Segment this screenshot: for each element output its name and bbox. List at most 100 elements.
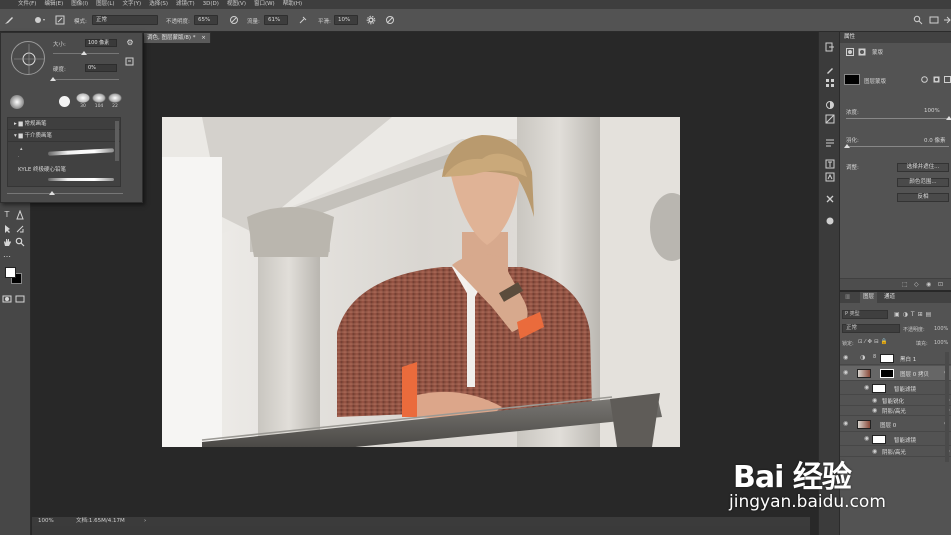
- filter-item-row[interactable]: ◉ 阴影/高光 ≈: [840, 406, 951, 416]
- screen-mode-icon[interactable]: [15, 294, 25, 304]
- search-icon[interactable]: [913, 15, 923, 25]
- visibility-eye-icon[interactable]: ◉: [843, 420, 848, 427]
- menu-help[interactable]: 帮助(H): [279, 0, 306, 9]
- custom-shape-icon[interactable]: [15, 224, 25, 234]
- brush-angle-preview[interactable]: [11, 41, 45, 75]
- layer-name[interactable]: 智能滤镜: [894, 436, 916, 444]
- panel-grip-icon[interactable]: ▥: [845, 292, 850, 303]
- layer-row[interactable]: ◉ ◑ 8 黑白 1: [840, 352, 951, 365]
- menu-view[interactable]: 视图(V): [223, 0, 250, 9]
- foreground-color-swatch[interactable]: [5, 267, 16, 278]
- adjustments-icon[interactable]: [825, 100, 835, 110]
- more-tools-icon[interactable]: …: [2, 250, 12, 260]
- visibility-eye-icon[interactable]: ◉: [872, 397, 877, 404]
- tab-properties[interactable]: 属性: [844, 32, 855, 43]
- pen-tool-icon[interactable]: [15, 209, 25, 220]
- status-menu-arrow-icon[interactable]: ›: [144, 517, 146, 526]
- airbrush-icon[interactable]: [298, 15, 308, 25]
- flow-field[interactable]: 61%: [264, 15, 288, 25]
- gear-icon[interactable]: [366, 15, 376, 25]
- menu-select[interactable]: 选择(S): [145, 0, 172, 9]
- brush-preset-3[interactable]: [108, 93, 122, 103]
- brush-preset-1[interactable]: [76, 93, 90, 103]
- layer-thumbnail[interactable]: [857, 420, 871, 429]
- paragraph-icon[interactable]: [825, 138, 835, 148]
- menu-layer[interactable]: 图层(L): [92, 0, 118, 9]
- zoom-tool-icon[interactable]: [15, 237, 25, 247]
- filter-name[interactable]: 智能锐化: [882, 397, 904, 405]
- apply-mask-icon[interactable]: ◇: [914, 281, 919, 288]
- history-icon[interactable]: [825, 42, 835, 52]
- density-value[interactable]: 100%: [924, 108, 940, 114]
- 3d-icon[interactable]: [825, 216, 835, 226]
- workspace-icon[interactable]: [929, 15, 939, 25]
- smoothing-field[interactable]: 10%: [334, 15, 358, 25]
- smart-filter-row[interactable]: ◉ 智能滤镜: [840, 382, 951, 395]
- layer-name[interactable]: 黑白 1: [900, 355, 916, 363]
- menu-3d[interactable]: 3D(D): [199, 0, 223, 9]
- gear-icon[interactable]: ⚙: [125, 38, 135, 48]
- disable-mask-icon[interactable]: ◉: [926, 281, 931, 288]
- vector-mask-icon[interactable]: [858, 48, 866, 56]
- folder-general-brushes[interactable]: ▸ ▆ 常规画笔: [8, 118, 120, 130]
- tools-settings-icon[interactable]: [825, 194, 835, 204]
- hard-brush-preset[interactable]: [59, 96, 70, 107]
- layer-mask-thumbnail[interactable]: [880, 354, 894, 363]
- path-select-icon[interactable]: [2, 224, 12, 234]
- feather-slider[interactable]: [846, 146, 949, 147]
- color-range-button[interactable]: 颜色范围...: [897, 178, 949, 187]
- menu-edit[interactable]: 编辑(E): [40, 0, 67, 9]
- invert-button[interactable]: 反相: [897, 193, 949, 202]
- quick-mask-icon[interactable]: [2, 294, 12, 304]
- filter-mask-thumbnail[interactable]: [872, 384, 886, 393]
- filter-mask-thumbnail[interactable]: [872, 435, 886, 444]
- brush-preset-picker[interactable]: [33, 15, 47, 25]
- preset-list-scrollbar[interactable]: [115, 121, 119, 161]
- share-icon[interactable]: [942, 15, 951, 25]
- menu-type[interactable]: 文字(Y): [119, 0, 146, 9]
- brush-tool-icon[interactable]: [4, 15, 14, 25]
- select-pixel-mask-icon[interactable]: [921, 76, 928, 83]
- close-tab-icon[interactable]: ×: [201, 35, 206, 41]
- pixel-mask-icon[interactable]: [846, 48, 854, 56]
- select-and-mask-button[interactable]: 选择并遮住...: [897, 163, 949, 172]
- hardness-field[interactable]: 0%: [85, 64, 117, 72]
- pressure-size-icon[interactable]: [385, 15, 395, 25]
- type-tool-icon[interactable]: T: [2, 210, 12, 220]
- visibility-eye-icon[interactable]: ◉: [843, 354, 848, 361]
- blend-mode-select[interactable]: 正常: [842, 324, 900, 333]
- chain-link-icon[interactable]: 8: [873, 354, 876, 360]
- layer-name[interactable]: 图层 0 拷贝: [900, 370, 929, 378]
- size-field[interactable]: 100 像素: [85, 39, 117, 47]
- filter-icons[interactable]: ▣◑T⊞▤: [894, 311, 950, 318]
- filter-name[interactable]: 阴影/高光: [882, 407, 906, 415]
- tab-layers[interactable]: 图层: [860, 292, 878, 303]
- brush-settings-panel-icon[interactable]: [55, 15, 65, 25]
- smart-filter-row[interactable]: ◉ 智能滤镜: [840, 433, 951, 446]
- brush-preset-2[interactable]: [92, 93, 106, 103]
- mask-options-icon[interactable]: [944, 76, 951, 83]
- layer-name[interactable]: 智能滤镜: [894, 385, 916, 393]
- filter-item-row[interactable]: ◉ 智能锐化 ≈: [840, 396, 951, 406]
- fill-value[interactable]: 100%: [934, 340, 948, 346]
- tab-channels[interactable]: 通道: [884, 292, 895, 303]
- layer-opacity-value[interactable]: 100%: [934, 326, 948, 332]
- folder-dry-media-brushes[interactable]: ▾ ▆ 干介质画笔: [8, 130, 120, 142]
- brush-item-3[interactable]: [8, 176, 120, 186]
- opacity-field[interactable]: 65%: [194, 15, 218, 25]
- soft-brush-preset[interactable]: [10, 95, 24, 109]
- size-slider-thumb[interactable]: [81, 51, 87, 55]
- visibility-eye-icon[interactable]: ◉: [872, 448, 877, 455]
- feather-value[interactable]: 0.0 像素: [924, 136, 946, 144]
- layer-row-selected[interactable]: ◉ 图层 0 拷贝 ⊙: [840, 366, 951, 381]
- hardness-slider-thumb[interactable]: [50, 77, 56, 81]
- filter-item-row[interactable]: ◉ 阴影/高光 ≈: [840, 447, 951, 457]
- visibility-eye-icon[interactable]: ◉: [872, 407, 877, 414]
- new-preset-icon[interactable]: [125, 56, 135, 66]
- character-icon[interactable]: [825, 159, 835, 169]
- preview-size-thumb[interactable]: [49, 191, 55, 195]
- swatches-icon[interactable]: [825, 78, 835, 88]
- brush-item-1[interactable]: ▴ ‧: [8, 142, 120, 164]
- pressure-opacity-icon[interactable]: [229, 15, 239, 25]
- menu-filter[interactable]: 滤镜(T): [172, 0, 199, 9]
